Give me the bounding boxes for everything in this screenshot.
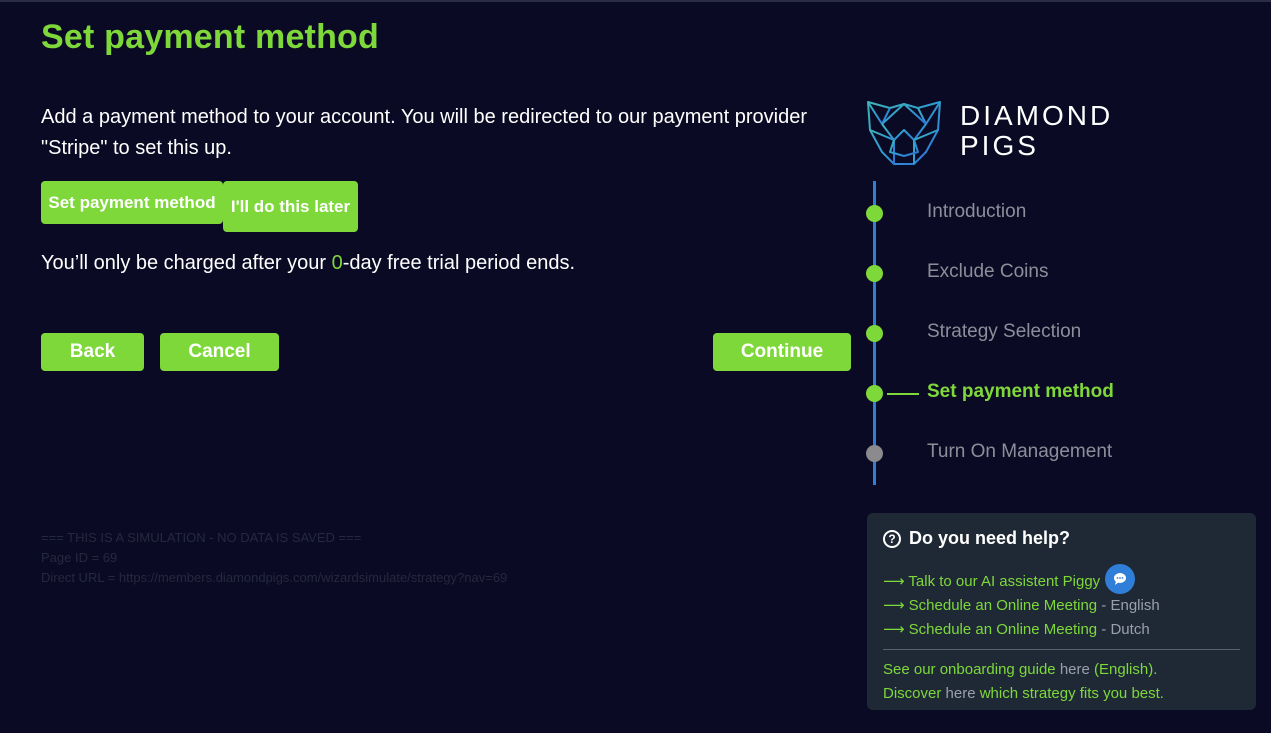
discover-strategy-line: Discover here which strategy fits you be… — [883, 685, 1164, 702]
help-title: Do you need help? — [909, 528, 1071, 548]
direct-url-line: Direct URL = https://members.diamondpigs… — [41, 570, 508, 585]
intro-text: Add a payment method to your account. Yo… — [41, 106, 808, 159]
step-label: Exclude Coins — [927, 261, 1049, 282]
meeting-english-item: ⟶ Schedule an Online Meeting - English — [883, 596, 1160, 614]
step-label: Set payment method — [927, 381, 1114, 402]
meeting-dutch-lang: - Dutch — [1097, 621, 1150, 638]
cancel-button[interactable]: Cancel — [160, 333, 279, 371]
guide-prefix: See our onboarding guide — [883, 661, 1060, 678]
back-button[interactable]: Back — [41, 333, 144, 371]
step-label: Strategy Selection — [927, 321, 1082, 342]
brand-line-1: DIAMOND — [960, 100, 1114, 131]
simulation-notice: === THIS IS A SIMULATION - NO DATA IS SA… — [41, 528, 507, 588]
trial-days: 0 — [331, 252, 343, 274]
page-title: Set payment method — [41, 18, 379, 56]
step-complete-dot — [866, 205, 883, 222]
page-id-line: Page ID = 69 — [41, 550, 118, 565]
step-complete-dot — [866, 325, 883, 342]
step-label: Introduction — [927, 201, 1027, 222]
brand-name: DIAMOND PIGS — [960, 101, 1113, 161]
guide-suffix: (English). — [1089, 661, 1158, 678]
simulation-line: === THIS IS A SIMULATION - NO DATA IS SA… — [41, 530, 362, 545]
trial-prefix: You’ll only be charged after your — [41, 252, 332, 274]
step-label: Turn On Management — [927, 441, 1113, 462]
set-payment-method-button[interactable]: Set payment method — [41, 181, 223, 224]
meeting-english-link[interactable]: ⟶ Schedule an Online Meeting — [883, 597, 1097, 614]
ai-assistant-link[interactable]: ⟶ Talk to our AI assistent Piggy — [883, 572, 1100, 590]
brand-line-2: PIGS — [960, 130, 1039, 161]
help-panel: ? Do you need help? ⟶ Talk to our AI ass… — [867, 513, 1256, 710]
question-circle-icon: ? — [883, 530, 901, 548]
trial-suffix: -day free trial period ends. — [342, 252, 576, 274]
step-complete-dot — [866, 265, 883, 282]
meeting-dutch-link[interactable]: ⟶ Schedule an Online Meeting — [883, 621, 1097, 638]
step-pending-dot — [866, 445, 883, 462]
meeting-english-lang: - English — [1097, 597, 1160, 614]
top-divider — [0, 0, 1271, 2]
onboarding-guide-line: See our onboarding guide here (English). — [883, 661, 1157, 678]
step-active-dot — [866, 385, 883, 402]
meeting-dutch-item: ⟶ Schedule an Online Meeting - Dutch — [883, 620, 1150, 638]
guide-here-link[interactable]: here — [1060, 661, 1090, 678]
discover-prefix: Discover — [883, 685, 946, 702]
discover-suffix: which strategy fits you best. — [975, 685, 1164, 702]
help-divider — [883, 649, 1240, 650]
chat-bubble-icon[interactable] — [1105, 564, 1135, 594]
discover-here-link[interactable]: here — [946, 685, 976, 702]
active-step-indicator — [887, 393, 919, 395]
do-this-later-button[interactable]: I'll do this later — [223, 181, 358, 232]
continue-button[interactable]: Continue — [713, 333, 851, 371]
trial-notice: You’ll only be charged after your 0-day … — [41, 252, 575, 275]
